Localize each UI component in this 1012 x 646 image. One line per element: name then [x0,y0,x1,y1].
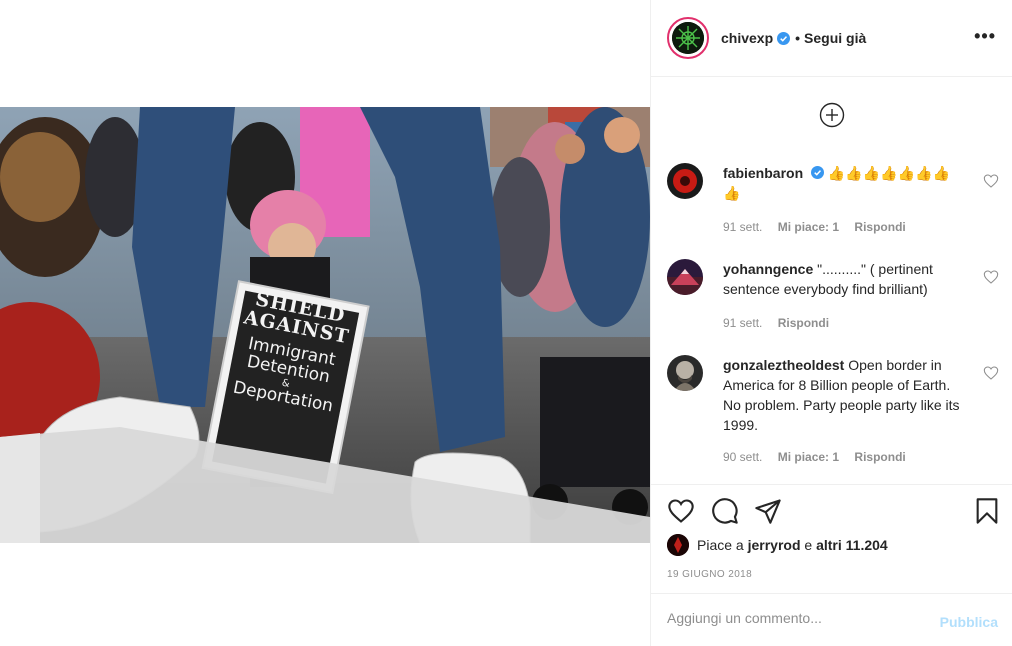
like-comment-heart-icon[interactable] [983,269,999,285]
comment-username[interactable]: gonzaleztheoldest [723,357,844,373]
likes-summary: Piace a jerryrod e altri 11.204 [667,534,888,556]
reply-button[interactable]: Rispondi [778,316,829,330]
comment-body: yohanngence ".........." ( pertinent sen… [723,259,963,299]
comment-bubble-icon[interactable] [711,497,739,525]
like-heart-icon[interactable] [667,497,695,525]
liker-avatar[interactable] [667,534,689,556]
comment-time[interactable]: 90 sett. [723,450,762,464]
comment-username[interactable]: fabienbaron [723,165,803,181]
post-sidebar: chivexp • Segui già ••• fabienbaron 👍👍👍👍… [650,0,1012,646]
liker-username[interactable]: jerryrod [748,537,801,553]
add-comment-bar: Pubblica [651,593,1012,646]
author-avatar[interactable] [667,17,709,59]
share-paper-plane-icon[interactable] [754,497,782,525]
reply-button[interactable]: Rispondi [854,450,905,464]
comment-meta: 91 sett. Rispondi [723,316,841,330]
reply-button[interactable]: Rispondi [854,220,905,234]
likes-conjunction: e [804,537,813,553]
save-bookmark-icon[interactable] [973,497,1001,525]
likes-others-link[interactable]: altri 11.204 [816,537,888,553]
verified-badge-icon [811,166,825,179]
comments-list[interactable]: fabienbaron 👍👍👍👍👍👍👍👍 91 sett. Mi piace: … [651,78,1012,483]
comment-username[interactable]: yohanngence [723,261,813,277]
comment-input[interactable] [667,610,927,626]
comment-meta: 90 sett. Mi piace: 1 Rispondi [723,450,918,464]
separator-dot: • [795,30,801,46]
post-header: chivexp • Segui già ••• [651,0,1012,77]
protest-sign-text: SHIELD AGAINST Immigrant Detention & Dep… [219,287,364,419]
comment-body: fabienbaron 👍👍👍👍👍👍👍👍 [723,163,963,203]
comment-likes[interactable]: Mi piace: 1 [778,220,839,234]
post-photo[interactable]: SHIELD AGAINST Immigrant Detention & Dep… [0,107,650,543]
post-actions: Piace a jerryrod e altri 11.204 19 GIUGN… [651,484,1012,594]
author-username[interactable]: chivexp [721,30,773,46]
comment-time[interactable]: 91 sett. [723,220,762,234]
comment-time[interactable]: 91 sett. [723,316,762,330]
more-options-icon[interactable]: ••• [974,26,996,47]
verified-badge-icon [777,31,791,45]
like-comment-heart-icon[interactable] [983,173,999,189]
comment-avatar[interactable] [667,355,703,391]
post-media-area: SHIELD AGAINST Immigrant Detention & Dep… [0,0,650,646]
like-comment-heart-icon[interactable] [983,365,999,381]
post-date[interactable]: 19 GIUGNO 2018 [667,569,752,580]
publish-button[interactable]: Pubblica [940,614,998,630]
comment-likes[interactable]: Mi piace: 1 [778,450,839,464]
likes-prefix: Piace a [697,537,744,553]
comment-avatar[interactable] [667,163,703,199]
load-more-comments-icon[interactable] [819,102,845,128]
following-button[interactable]: Segui già [804,30,866,46]
comment-body: gonzaleztheoldest Open border in America… [723,355,963,435]
comment-meta: 91 sett. Mi piace: 1 Rispondi [723,220,918,234]
instagram-post: SHIELD AGAINST Immigrant Detention & Dep… [0,0,1012,646]
comment-avatar[interactable] [667,259,703,295]
